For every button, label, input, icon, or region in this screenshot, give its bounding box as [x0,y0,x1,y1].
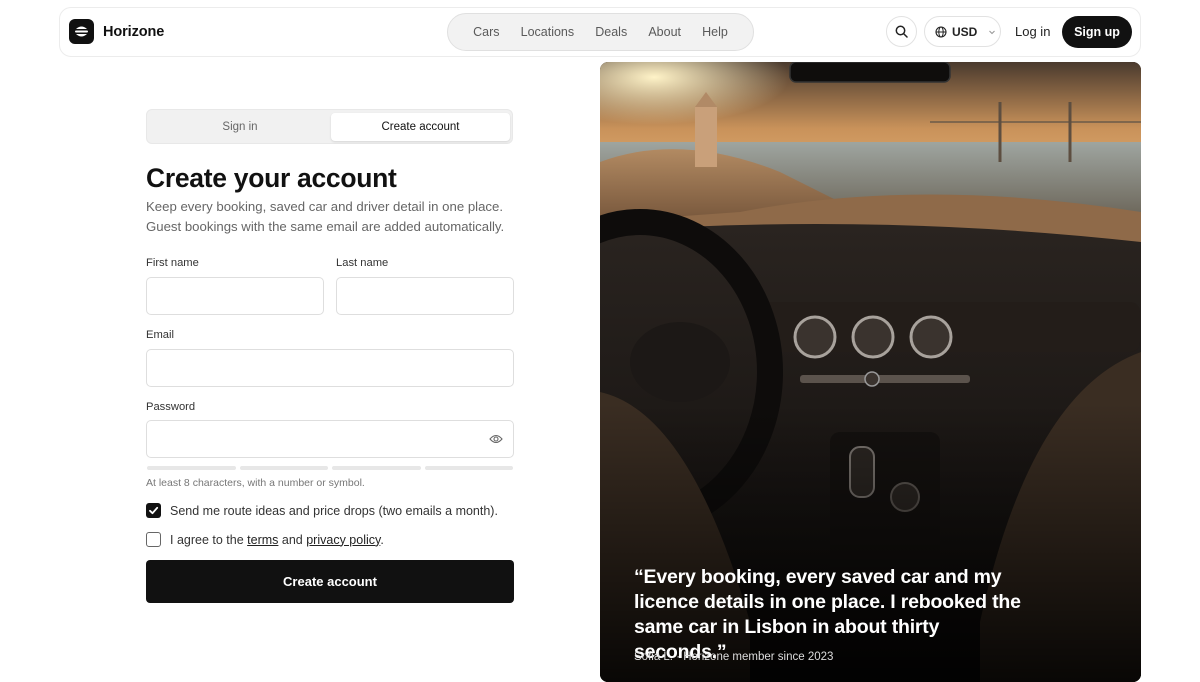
terms-label: I agree to the terms and privacy policy. [170,533,384,547]
search-button[interactable] [886,16,917,47]
nav-item-help[interactable]: Help [702,25,728,39]
password-hint: At least 8 characters, with a number or … [146,477,365,489]
currency-selector[interactable]: USD [924,16,1001,47]
first-name-field[interactable] [147,278,323,314]
subtitle-line-1: Keep every booking, saved car and driver… [146,199,504,214]
email-field[interactable] [147,350,513,386]
nav-item-cars[interactable]: Cars [473,25,499,39]
strength-segment [332,466,421,470]
password-label: Password [146,401,196,413]
first-name-label: First name [146,257,199,269]
password-field[interactable] [147,421,513,457]
chevron-down-icon [989,30,996,34]
logo-icon [69,19,94,44]
terms-link[interactable]: terms [247,533,278,547]
page-subtitle: Keep every booking, saved car and driver… [146,197,526,236]
tab-sign-in[interactable]: Sign in [150,113,330,141]
terms-option[interactable]: I agree to the terms and privacy policy. [146,532,384,547]
strength-segment [239,466,328,470]
page-title: Create your account [146,163,397,193]
first-name-field-wrapper [146,277,324,315]
search-icon [895,25,908,38]
main-nav: Cars Locations Deals About Help [447,13,754,51]
eye-icon[interactable] [489,433,503,445]
terms-suffix: . [380,532,384,547]
newsletter-checkbox[interactable] [146,503,161,518]
top-navbar: Horizone Cars Locations Deals About Help… [59,7,1141,57]
strength-segment [424,466,513,470]
brand-name: Horizone [103,23,165,40]
login-link[interactable]: Log in [1015,24,1050,39]
check-icon [149,506,159,515]
nav-item-locations[interactable]: Locations [521,25,575,39]
password-strength-meter [147,466,513,470]
currency-code: USD [952,24,978,39]
email-field-wrapper [146,349,514,387]
newsletter-label: Send me route ideas and price drops (two… [170,503,498,518]
testimonial-author: Sofia L. · Horizone member since 2023 [634,651,834,663]
last-name-field[interactable] [337,278,513,314]
terms-checkbox[interactable] [146,532,161,547]
hero-image: “Every booking, every saved car and my l… [600,62,1141,682]
last-name-label: Last name [336,257,389,269]
signup-button[interactable]: Sign up [1062,16,1132,48]
nav-item-deals[interactable]: Deals [595,25,627,39]
brand[interactable]: Horizone [69,19,164,44]
terms-and: and [281,532,303,547]
testimonial-quote: “Every booking, every saved car and my l… [634,566,1021,663]
email-label: Email [146,329,174,341]
tab-create-account[interactable]: Create account [331,113,510,141]
globe-icon [935,25,947,38]
subtitle-line-2: Guest bookings with the same email are a… [146,218,505,234]
create-account-button[interactable]: Create account [146,560,514,603]
last-name-field-wrapper [336,277,514,315]
password-field-wrapper [146,420,514,458]
auth-tabs: Sign in Create account [146,109,513,144]
strength-segment [147,466,236,470]
newsletter-option[interactable]: Send me route ideas and price drops (two… [146,503,498,518]
terms-prefix: I agree to the [170,532,244,547]
privacy-policy-link[interactable]: privacy policy [306,533,380,547]
nav-item-about[interactable]: About [648,25,681,39]
